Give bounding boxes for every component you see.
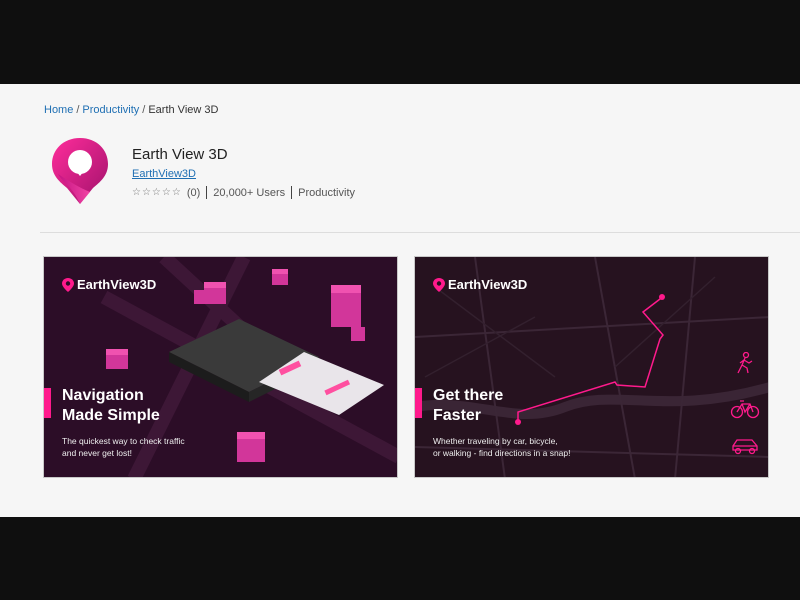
publisher-link[interactable]: EarthView3D	[132, 168, 196, 180]
caption-line: or walking - find directions in a snap!	[433, 448, 571, 458]
app-meta: ☆☆☆☆☆ (0) 20,000+ Users Productivity	[132, 186, 355, 199]
accent-bar	[415, 388, 422, 418]
screenshot-caption: Whether traveling by car, bicycle, or wa…	[433, 435, 571, 459]
walking-icon	[737, 352, 753, 374]
map-pin-icon	[62, 277, 74, 292]
headline-line: Faster	[433, 407, 482, 424]
user-count: 20,000+ Users	[213, 186, 286, 199]
headline-line: Navigation	[62, 387, 144, 404]
category-label: Productivity	[298, 186, 355, 199]
headline-line: Made Simple	[62, 407, 160, 424]
map-pin-icon	[433, 277, 445, 292]
section-divider	[40, 232, 800, 233]
screenshot-directions[interactable]: EarthView3D Get there Faster Whether tra…	[414, 256, 769, 478]
brand-name: EarthView3D	[448, 277, 528, 292]
divider	[291, 186, 293, 199]
caption-line: Whether traveling by car, bicycle,	[433, 436, 558, 446]
divider	[206, 186, 208, 199]
rating-count[interactable]: (0)	[187, 187, 200, 199]
screenshot-navigation[interactable]: EarthView3D Navigation Made Simple The q…	[43, 256, 398, 478]
app-title: Earth View 3D	[132, 146, 228, 163]
brand-name: EarthView3D	[77, 277, 157, 292]
headline-line: Get there	[433, 387, 504, 404]
bicycle-icon	[730, 400, 760, 419]
breadcrumb-separator: /	[76, 104, 80, 116]
app-logo-icon	[52, 138, 108, 204]
rating-stars[interactable]: ☆☆☆☆☆	[132, 187, 182, 198]
caption-line: and never get lost!	[62, 448, 132, 458]
breadcrumb: Home / Productivity / Earth View 3D	[44, 104, 218, 116]
breadcrumb-separator: /	[142, 104, 146, 116]
screenshot-headline: Navigation Made Simple	[62, 386, 160, 426]
screenshot-caption: The quickest way to check traffic and ne…	[62, 435, 185, 459]
brand-logo: EarthView3D	[62, 277, 156, 292]
brand-logo: EarthView3D	[433, 277, 527, 292]
car-icon	[732, 439, 758, 455]
bottom-dark-band	[0, 517, 800, 600]
breadcrumb-category-link[interactable]: Productivity	[82, 104, 139, 116]
accent-bar	[44, 388, 51, 418]
extension-detail-page: Home / Productivity / Earth View 3D Earth Vi…	[0, 84, 800, 517]
caption-line: The quickest way to check traffic	[62, 436, 185, 446]
top-dark-band	[0, 0, 800, 84]
breadcrumb-current: Earth View 3D	[148, 104, 219, 116]
breadcrumb-home-link[interactable]: Home	[44, 104, 73, 116]
screenshot-headline: Get there Faster	[433, 386, 503, 426]
